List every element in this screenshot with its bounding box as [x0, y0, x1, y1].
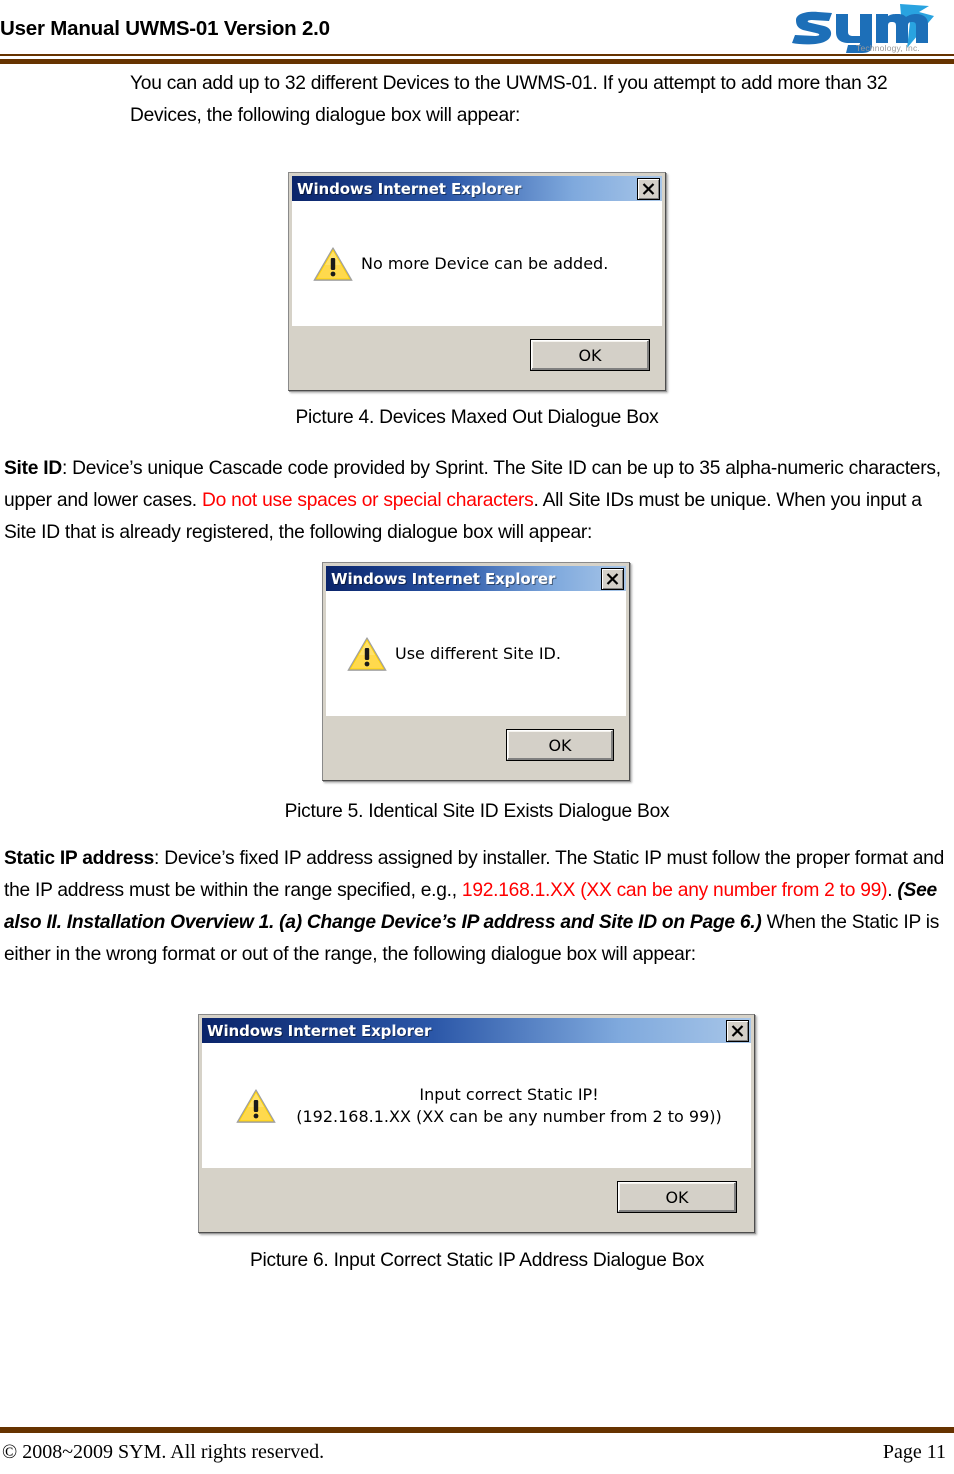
- site-id-label: Site ID: [4, 458, 62, 479]
- dialog-footer: OK: [202, 1168, 751, 1230]
- dialog-footer: OK: [292, 326, 662, 388]
- dialog-titlebar: Windows Internet Explorer: [292, 176, 662, 201]
- static-ip-text-2: .: [887, 880, 898, 901]
- document-page: User Manual UWMS-01 Version 2.0 Technolo…: [0, 0, 954, 1474]
- footer-rule: [0, 1427, 954, 1433]
- static-ip-label: Static IP address: [4, 848, 155, 869]
- footer-copyright: © 2008~2009 SYM. All rights reserved.: [2, 1441, 325, 1463]
- caption-picture-4: Picture 4. Devices Maxed Out Dialogue Bo…: [295, 407, 659, 428]
- dialog-title: Windows Internet Explorer: [207, 1021, 432, 1040]
- caption-picture-6: Picture 6. Input Correct Static IP Addre…: [249, 1250, 705, 1271]
- header-rule-thick: [0, 59, 954, 64]
- ok-button[interactable]: OK: [617, 1181, 737, 1213]
- static-ip-paragraph: Static IP address: Device’s fixed IP add…: [0, 843, 954, 971]
- ok-button-label: OK: [618, 1182, 736, 1212]
- page-header: User Manual UWMS-01 Version 2.0 Technolo…: [0, 0, 954, 68]
- dialog-titlebar: Windows Internet Explorer: [202, 1018, 751, 1043]
- ok-button-label: OK: [531, 340, 649, 370]
- sym-technology-logo: Technology, Inc.: [788, 2, 938, 54]
- intro-paragraph: You can add up to 32 different Devices t…: [130, 73, 888, 126]
- dialog-input-correct-static-ip[interactable]: Windows Internet Explorer Input correct …: [198, 1014, 755, 1233]
- header-rule-thin: [0, 54, 954, 56]
- dialog-title: Windows Internet Explorer: [297, 179, 522, 198]
- dialog-body: No more Device can be added.: [292, 201, 662, 326]
- footer-page-number: Page 11: [882, 1441, 946, 1463]
- close-icon[interactable]: [726, 1020, 749, 1042]
- ok-button[interactable]: OK: [506, 729, 614, 761]
- warning-triangle-icon: [305, 244, 361, 284]
- dialog-message: No more Device can be added.: [361, 253, 609, 273]
- dialog-title: Windows Internet Explorer: [331, 569, 556, 588]
- dialog-identical-site-id[interactable]: Windows Internet Explorer Use different …: [322, 562, 630, 781]
- site-id-warning: Do not use spaces or special characters: [201, 490, 534, 511]
- dialog-message: Use different Site ID.: [395, 643, 561, 663]
- warning-triangle-icon: [339, 634, 395, 674]
- dialog-body: Use different Site ID.: [326, 591, 626, 716]
- close-icon[interactable]: [601, 568, 624, 590]
- close-icon[interactable]: [637, 178, 660, 200]
- warning-triangle-icon: [225, 1086, 287, 1126]
- ok-button-label: OK: [507, 730, 613, 760]
- dialog-message: Input correct Static IP! (192.168.1.XX (…: [296, 1084, 722, 1126]
- dialog-titlebar: Windows Internet Explorer: [326, 566, 626, 591]
- page-footer: © 2008~2009 SYM. All rights reserved. Pa…: [0, 1427, 954, 1474]
- dialog-body: Input correct Static IP! (192.168.1.XX (…: [202, 1043, 751, 1168]
- site-id-paragraph: Site ID: Device’s unique Cascade code pr…: [0, 453, 954, 549]
- static-ip-highlight: 192.168.1.XX (XX can be any number from …: [461, 880, 888, 901]
- ok-button[interactable]: OK: [530, 339, 650, 371]
- dialog-devices-maxed-out[interactable]: Windows Internet Explorer No more Device…: [288, 172, 666, 391]
- caption-picture-5: Picture 5. Identical Site ID Exists Dial…: [284, 801, 670, 822]
- dialog-footer: OK: [326, 716, 626, 778]
- page-content: You can add up to 32 different Devices t…: [0, 68, 954, 132]
- logo-tagline: Technology, Inc.: [856, 43, 920, 53]
- page-title: User Manual UWMS-01 Version 2.0: [0, 17, 330, 40]
